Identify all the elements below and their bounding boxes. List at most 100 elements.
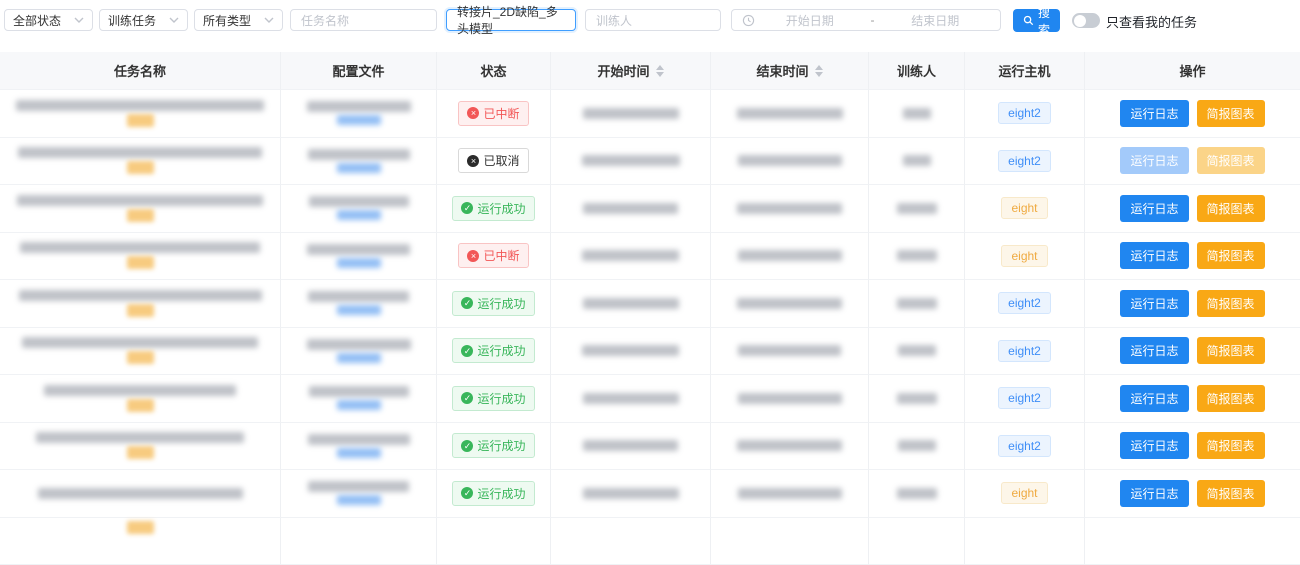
table-row: × 已中断 eight 运行日志 简报图表 [0, 233, 1300, 281]
table-row: ✓ 运行成功 eight2 运行日志 简报图表 [0, 280, 1300, 328]
cell-actions: 运行日志 简报图表 [1085, 233, 1300, 281]
report-chart-button[interactable]: 简报图表 [1197, 290, 1265, 317]
blurred-config-link[interactable] [337, 305, 381, 315]
cell-end-time [711, 138, 869, 186]
report-chart-button[interactable]: 简报图表 [1197, 480, 1265, 507]
run-log-button[interactable]: 运行日志 [1120, 480, 1188, 507]
cell-task-name [0, 138, 281, 186]
task-name-placeholder: 任务名称 [301, 12, 349, 29]
report-chart-button[interactable]: 简报图表 [1197, 147, 1265, 174]
blurred-config-name [307, 244, 410, 255]
cell-task-name [0, 280, 281, 328]
cell-trainer [869, 328, 965, 376]
blurred-start-time [583, 203, 678, 214]
blurred-config-name [308, 291, 409, 302]
model-search-input[interactable]: 转接片_2D缺陷_多头模型 [446, 9, 576, 31]
blurred-task-tag [127, 446, 154, 459]
blurred-trainer [898, 345, 936, 356]
blurred-task-tag [127, 161, 154, 174]
blurred-config-link[interactable] [337, 163, 381, 173]
blurred-config-link[interactable] [337, 448, 381, 458]
blurred-config-link[interactable] [337, 210, 381, 220]
status-label: 运行成功 [477, 485, 525, 502]
column-header-status: 状态 [437, 52, 551, 90]
blurred-config-link[interactable] [337, 115, 381, 125]
blurred-end-time [737, 203, 842, 214]
blurred-trainer [897, 393, 937, 404]
run-log-button[interactable]: 运行日志 [1120, 147, 1188, 174]
date-range-picker[interactable]: 开始日期 - 结束日期 [731, 9, 1001, 31]
blurred-start-time [583, 108, 679, 119]
cell-actions: 运行日志 简报图表 [1085, 423, 1300, 471]
report-chart-button[interactable]: 简报图表 [1197, 385, 1265, 412]
cell-start-time [551, 280, 711, 328]
cell-host: eight [965, 470, 1085, 518]
type-select[interactable]: 所有类型 [194, 9, 283, 31]
cell-trainer [869, 470, 965, 518]
cell-actions: 运行日志 简报图表 [1085, 90, 1300, 138]
status-badge: ✓ 运行成功 [452, 338, 534, 363]
search-button-label: 搜索 [1038, 4, 1050, 38]
run-log-button[interactable]: 运行日志 [1120, 337, 1188, 364]
cell-task-name [0, 328, 281, 376]
trainer-input[interactable]: 训练人 [585, 9, 721, 31]
run-log-button[interactable]: 运行日志 [1120, 432, 1188, 459]
blurred-task-name [19, 290, 262, 301]
task-name-input[interactable]: 任务名称 [290, 9, 437, 31]
blurred-start-time [583, 298, 679, 309]
cell-trainer [869, 518, 965, 565]
blurred-task-tag [127, 521, 154, 534]
start-date-placeholder[interactable]: 开始日期 [755, 12, 865, 29]
cell-host: eight2 [965, 375, 1085, 423]
cell-config-file [281, 138, 437, 186]
report-chart-button[interactable]: 简报图表 [1197, 100, 1265, 127]
blurred-task-tag [127, 114, 154, 127]
run-log-button[interactable]: 运行日志 [1120, 385, 1188, 412]
report-chart-button[interactable]: 简报图表 [1197, 337, 1265, 364]
end-date-placeholder[interactable]: 结束日期 [881, 12, 991, 29]
status-select[interactable]: 全部状态 [4, 9, 93, 31]
status-icon: ✓ [461, 392, 473, 404]
column-header-start-time[interactable]: 开始时间 [551, 52, 711, 90]
blurred-config-link[interactable] [337, 400, 381, 410]
cell-start-time [551, 90, 711, 138]
report-chart-button[interactable]: 简报图表 [1197, 432, 1265, 459]
cell-host: eight2 [965, 90, 1085, 138]
run-log-button[interactable]: 运行日志 [1120, 242, 1188, 269]
table-body: × 已中断 eight2 运行日志 简报图表 [0, 90, 1300, 565]
my-tasks-toggle[interactable] [1072, 13, 1100, 28]
cell-task-name [0, 90, 281, 138]
status-select-value: 全部状态 [13, 12, 61, 29]
status-icon: ✓ [461, 487, 473, 499]
sort-icon[interactable] [656, 65, 664, 77]
blurred-config-link[interactable] [337, 353, 381, 363]
blurred-task-tag [127, 209, 154, 222]
report-chart-button[interactable]: 简报图表 [1197, 242, 1265, 269]
toggle-knob [1074, 15, 1086, 27]
blurred-task-name [20, 242, 260, 253]
category-select[interactable]: 训练任务 [99, 9, 188, 31]
report-chart-button[interactable]: 简报图表 [1197, 195, 1265, 222]
cell-start-time [551, 138, 711, 186]
run-log-button[interactable]: 运行日志 [1120, 100, 1188, 127]
blurred-config-link[interactable] [337, 258, 381, 268]
status-icon: × [467, 155, 479, 167]
run-log-button[interactable]: 运行日志 [1120, 290, 1188, 317]
run-log-button[interactable]: 运行日志 [1120, 195, 1188, 222]
cell-end-time [711, 328, 869, 376]
blurred-end-time [738, 345, 841, 356]
cell-status: ✓ 运行成功 [437, 185, 551, 233]
chevron-down-icon [74, 17, 84, 23]
sort-icon[interactable] [815, 65, 823, 77]
blurred-trainer [897, 250, 937, 261]
cell-host: eight2 [965, 518, 1085, 565]
blurred-start-time [582, 345, 679, 356]
cell-status: ✓ 运行成功 [437, 280, 551, 328]
blurred-config-link[interactable] [337, 495, 381, 505]
cell-task-name [0, 470, 281, 518]
search-button[interactable]: 搜索 [1013, 9, 1060, 32]
host-tag: eight2 [998, 150, 1051, 172]
status-icon: × [467, 107, 479, 119]
cell-actions: 运行日志 简报图表 [1085, 518, 1300, 565]
column-header-end-time[interactable]: 结束时间 [711, 52, 869, 90]
